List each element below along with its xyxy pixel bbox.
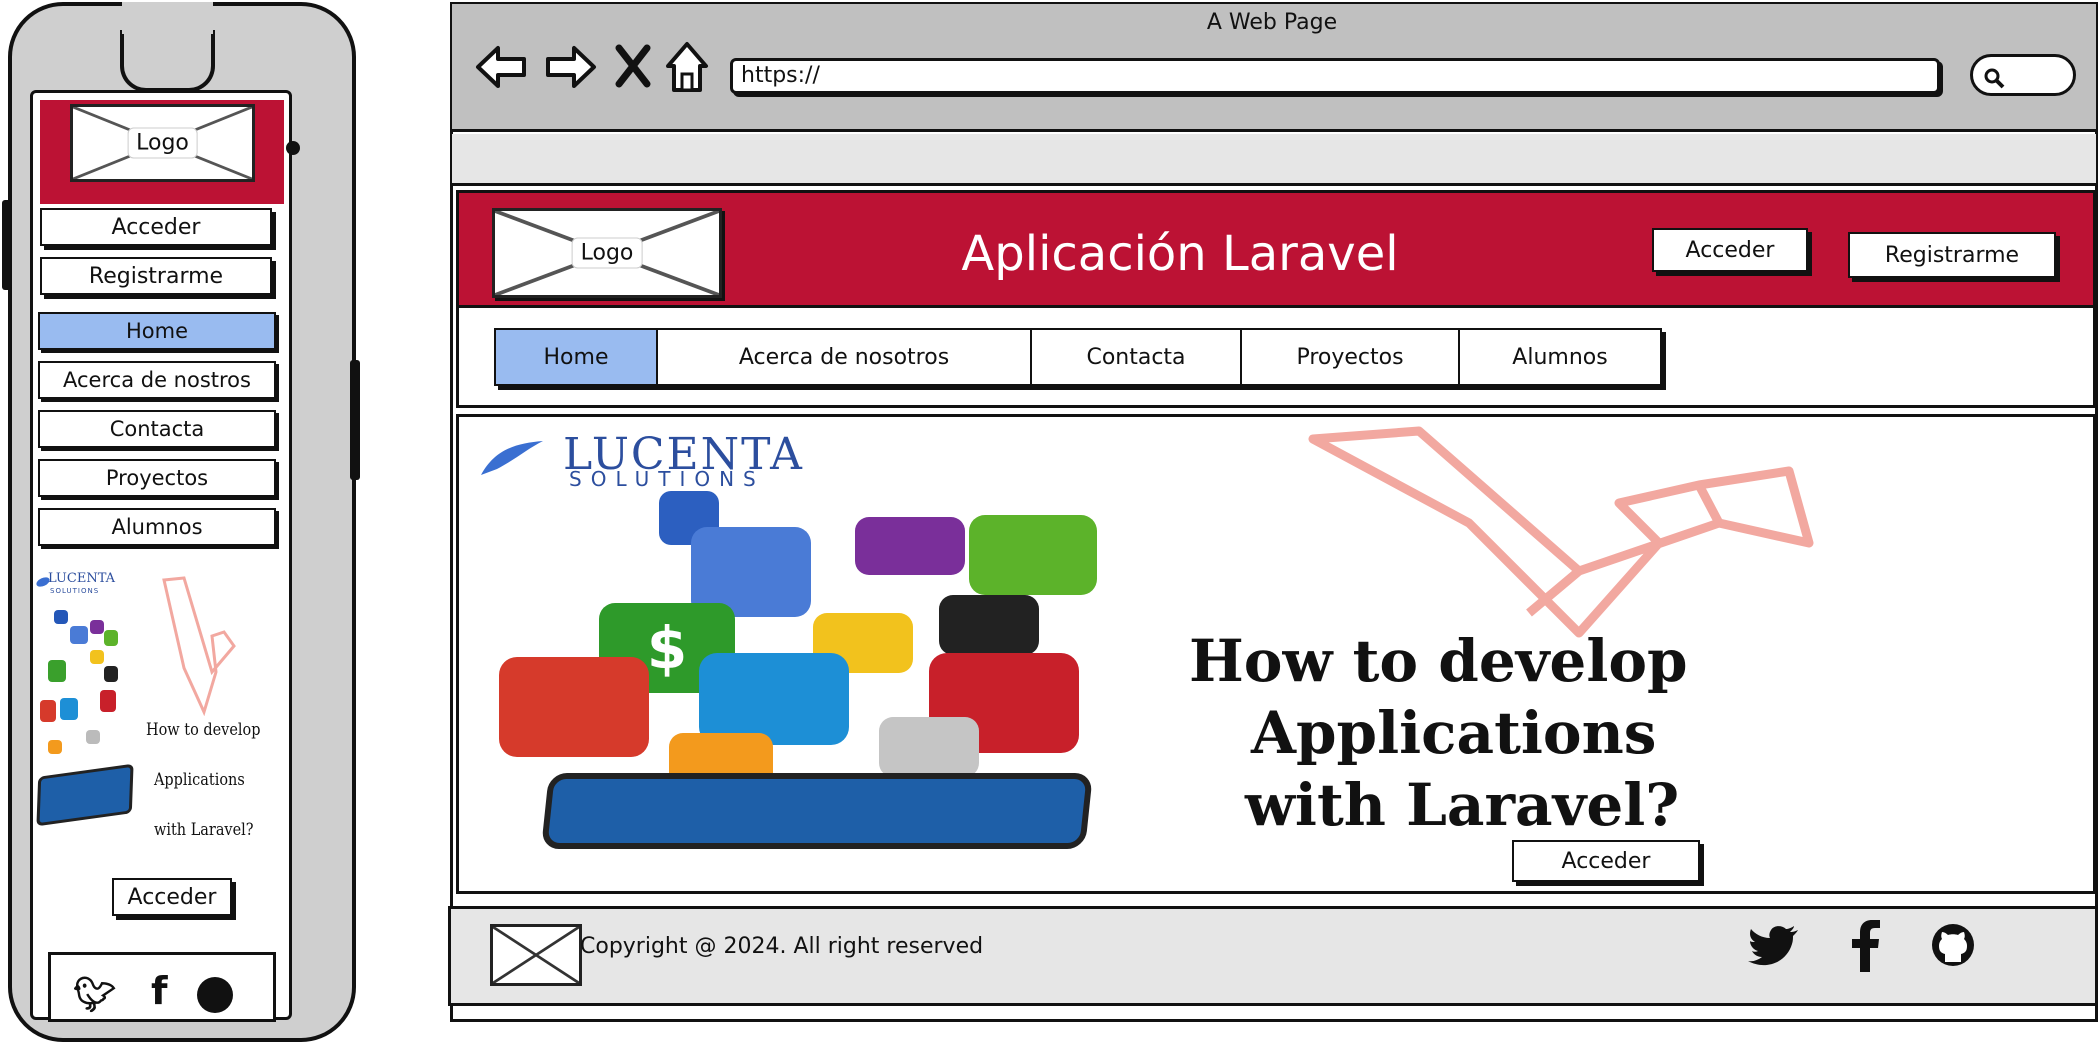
- mobile-menu-item-home[interactable]: Home: [38, 312, 276, 350]
- mobile-footer: 🐦︎ f: [48, 952, 276, 1022]
- mobile-logo-label: Logo: [127, 127, 198, 159]
- brand-sub: SOLUTIONS: [569, 467, 765, 491]
- mobile-app-icon: [48, 740, 62, 754]
- tab-projects[interactable]: Proyectos: [1242, 330, 1460, 384]
- logo-label: Logo: [571, 237, 643, 269]
- mobile-menu-item-about[interactable]: Acerca de nostros: [38, 361, 276, 399]
- hero-cta-button[interactable]: Acceder: [1512, 840, 1700, 882]
- browser-toolbar-strip: [452, 134, 2096, 186]
- url-text: https://: [741, 63, 820, 88]
- back-icon[interactable]: [474, 42, 530, 92]
- mobile-notch: [120, 30, 215, 92]
- mobile-app-icon: [104, 630, 118, 646]
- mobile-headline-2: Applications: [154, 770, 245, 790]
- mobile-app-icon: [40, 700, 56, 722]
- phone-app-icon: [855, 517, 965, 575]
- search-input[interactable]: [1970, 54, 2076, 96]
- mobile-side-button: [2, 200, 12, 290]
- mobile-side-button: [350, 360, 360, 480]
- github-icon[interactable]: [1930, 922, 1976, 968]
- hero-headline-3: with Laravel?: [1245, 771, 1680, 839]
- tab-home[interactable]: Home: [496, 330, 658, 384]
- hero-headline-1: How to develop: [1189, 627, 1688, 695]
- nav-tabs: Home Acerca de nosotros Contacta Proyect…: [494, 328, 1662, 386]
- mobile-app-icon: [100, 690, 116, 712]
- browser-title: A Web Page: [1206, 10, 1338, 35]
- mobile-headline-3: with Laravel?: [154, 820, 254, 840]
- mobile-cta-button[interactable]: Acceder: [112, 878, 232, 916]
- mobile-github-icon[interactable]: [197, 977, 233, 1013]
- video-app-icon: [939, 595, 1039, 655]
- mobile-menu-item-projects[interactable]: Proyectos: [38, 459, 276, 497]
- tab-about[interactable]: Acerca de nosotros: [658, 330, 1032, 384]
- mobile-logo-placeholder[interactable]: Logo: [70, 104, 255, 182]
- mobile-login-button[interactable]: Acceder: [40, 208, 272, 246]
- mobile-camera-dot: [286, 141, 300, 155]
- mobile-headline-1: How to develop: [146, 720, 261, 740]
- cart-app-icon: [969, 515, 1097, 595]
- feather-icon: [481, 441, 543, 475]
- mobile-hero-image: LUCENTA SOLUTIONS How to develop Applica…: [34, 570, 282, 870]
- mobile-brand-sub: SOLUTIONS: [50, 587, 100, 595]
- hero-headline-2: Applications: [1251, 699, 1657, 767]
- laravel-logo: [1308, 426, 1814, 638]
- mobile-app-icon: [48, 660, 66, 682]
- mobile-brand-name: LUCENTA: [48, 571, 116, 586]
- mobile-menu-item-contact[interactable]: Contacta: [38, 410, 276, 448]
- mobile-app-icon: [90, 650, 104, 664]
- mobile-notch-cover: [122, 2, 213, 34]
- facebook-icon[interactable]: [1850, 920, 1880, 972]
- close-icon[interactable]: [614, 44, 652, 88]
- twitter-icon[interactable]: [1748, 924, 1800, 968]
- smartphone-graphic: [541, 773, 1093, 849]
- mobile-laravel-logo: [162, 576, 236, 716]
- tab-contact[interactable]: Contacta: [1032, 330, 1242, 384]
- forward-icon[interactable]: [542, 42, 598, 92]
- mobile-app-icon: [60, 698, 78, 720]
- url-input[interactable]: https://: [730, 58, 1940, 94]
- login-button[interactable]: Acceder: [1652, 228, 1808, 272]
- footer-copyright: Copyright @ 2024. All right reserved: [580, 934, 984, 959]
- search-icon: [1984, 68, 2005, 89]
- mobile-phone-graphic: [36, 763, 134, 827]
- app-title: Aplicación Laravel: [961, 226, 1399, 282]
- mobile-register-button[interactable]: Registrarme: [40, 257, 272, 295]
- home-icon[interactable]: [664, 40, 710, 94]
- tab-students[interactable]: Alumnos: [1460, 330, 1660, 384]
- mobile-app-icon: [90, 620, 104, 634]
- register-button[interactable]: Registrarme: [1848, 232, 2056, 278]
- mobile-app-icon: [54, 610, 68, 624]
- mobile-facebook-icon[interactable]: f: [151, 969, 168, 1013]
- mobile-twitter-icon[interactable]: 🐦︎: [73, 975, 116, 1015]
- mobile-app-icon: [86, 730, 100, 744]
- footer-logo-placeholder[interactable]: [490, 924, 582, 986]
- logo-placeholder[interactable]: Logo: [492, 208, 722, 298]
- mobile-menu-item-students[interactable]: Alumnos: [38, 508, 276, 546]
- music-app-icon: [499, 657, 649, 757]
- twitter-app-icon: [699, 653, 849, 745]
- hero-banner: LUCENTA SOLUTIONS $ How to develop Appli…: [456, 414, 2096, 894]
- mobile-app-icon: [70, 626, 88, 644]
- mobile-app-icon: [104, 666, 118, 682]
- calculator-app-icon: [879, 717, 979, 777]
